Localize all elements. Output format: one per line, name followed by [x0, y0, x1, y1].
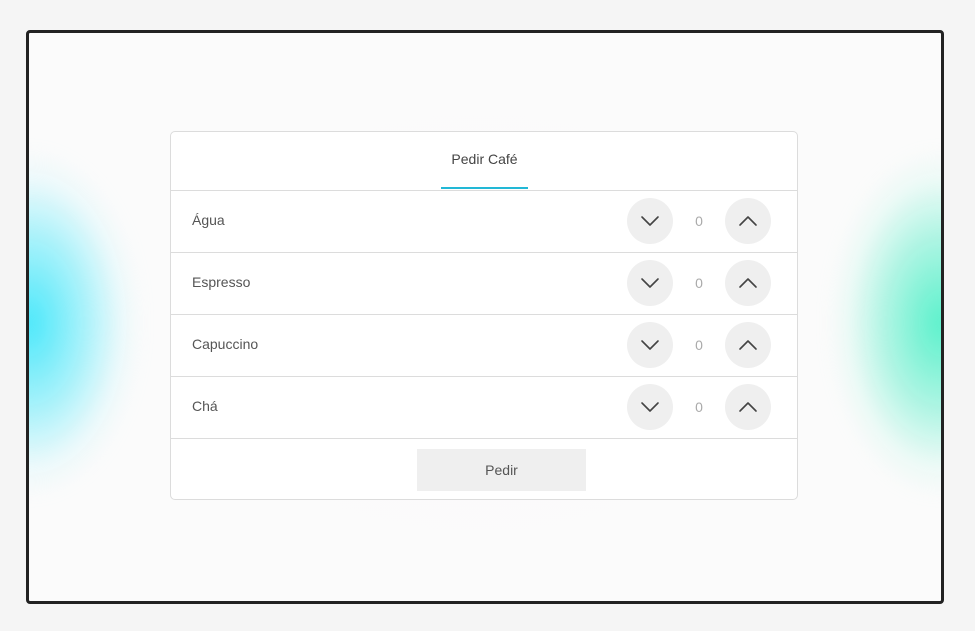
decrement-button[interactable] — [627, 322, 673, 368]
background-glow-left — [29, 153, 139, 493]
quantity-value: 0 — [695, 213, 703, 229]
list-item: Capuccino 0 — [171, 315, 797, 377]
order-card: Pedir Café Água 0 Espresso 0 Capuccino 0 — [170, 131, 798, 500]
list-item: Água 0 — [171, 191, 797, 253]
chevron-down-icon — [641, 278, 659, 288]
tab-label: Pedir Café — [451, 151, 518, 167]
quantity-value: 0 — [695, 337, 703, 353]
decrement-button[interactable] — [627, 198, 673, 244]
increment-button[interactable] — [725, 384, 771, 430]
chevron-up-icon — [739, 340, 757, 350]
increment-button[interactable] — [725, 260, 771, 306]
quantity-value: 0 — [695, 275, 703, 291]
item-label: Capuccino — [192, 336, 259, 352]
decrement-button[interactable] — [627, 384, 673, 430]
tab-active-indicator — [441, 187, 528, 189]
list-item: Espresso 0 — [171, 253, 797, 315]
list-item: Chá 0 — [171, 377, 797, 439]
chevron-down-icon — [641, 402, 659, 412]
item-label: Chá — [192, 398, 218, 414]
decrement-button[interactable] — [627, 260, 673, 306]
chevron-up-icon — [739, 216, 757, 226]
quantity-value: 0 — [695, 399, 703, 415]
background-glow-right — [831, 153, 941, 493]
chevron-down-icon — [641, 216, 659, 226]
increment-button[interactable] — [725, 198, 771, 244]
order-button[interactable]: Pedir — [417, 449, 586, 491]
item-label: Espresso — [192, 274, 251, 290]
item-label: Água — [192, 212, 225, 228]
tab-bar: Pedir Café — [171, 132, 797, 191]
increment-button[interactable] — [725, 322, 771, 368]
chevron-up-icon — [739, 402, 757, 412]
chevron-down-icon — [641, 340, 659, 350]
card-footer: Pedir — [171, 439, 797, 501]
tab-pedir-cafe[interactable]: Pedir Café — [441, 132, 528, 190]
chevron-up-icon — [739, 278, 757, 288]
